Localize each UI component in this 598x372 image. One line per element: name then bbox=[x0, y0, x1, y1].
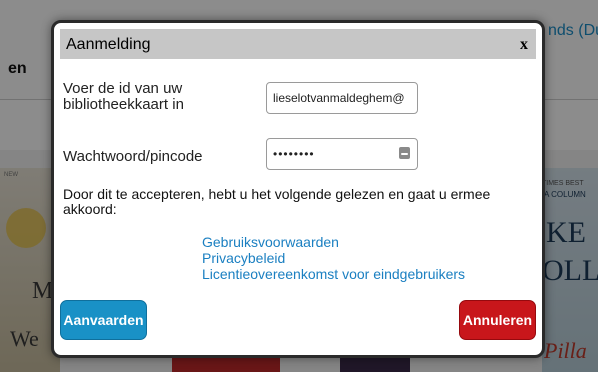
accept-button[interactable]: Aanvaarden bbox=[60, 300, 147, 340]
pin-label: Wachtwoord/pincode bbox=[63, 148, 203, 165]
close-icon[interactable]: x bbox=[520, 36, 528, 54]
cancel-button[interactable]: Annuleren bbox=[459, 300, 536, 340]
legal-links: Gebruiksvoorwaarden Privacybeleid Licent… bbox=[202, 234, 465, 282]
dialog-title-bar: Aanmelding x bbox=[60, 29, 536, 59]
dialog-title: Aanmelding bbox=[66, 36, 151, 53]
login-dialog: Aanmelding x Voer de id van uw bibliothe… bbox=[51, 20, 545, 358]
password-key-icon[interactable] bbox=[399, 147, 410, 159]
privacy-link[interactable]: Privacybeleid bbox=[202, 250, 465, 266]
terms-link[interactable]: Gebruiksvoorwaarden bbox=[202, 234, 465, 250]
eula-link[interactable]: Licentieovereenkomst voor eindgebruikers bbox=[202, 266, 465, 282]
card-id-label: Voer de id van uw bibliotheekkaart in bbox=[63, 80, 184, 113]
card-id-input[interactable] bbox=[266, 82, 418, 114]
accept-statement: Door dit te accepteren, hebt u het volge… bbox=[63, 186, 491, 217]
pin-input[interactable] bbox=[266, 138, 418, 170]
